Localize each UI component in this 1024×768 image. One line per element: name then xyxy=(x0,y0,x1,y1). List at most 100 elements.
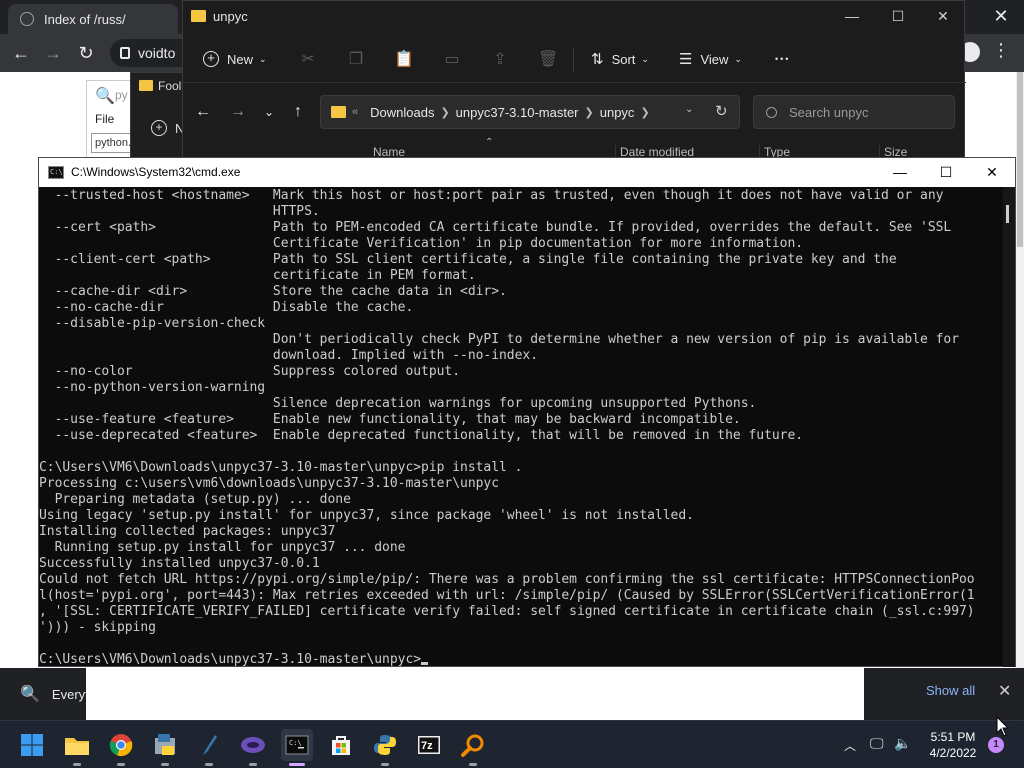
share-icon[interactable]: ⇪ xyxy=(490,49,510,69)
download-item[interactable]: 🔍 Everyth xyxy=(0,668,96,720)
delete-icon[interactable]: 🗑 xyxy=(538,49,558,69)
scrollbar-thumb[interactable] xyxy=(1017,72,1023,247)
taskbar-chrome[interactable] xyxy=(105,729,137,766)
downloads-bar: 🔍 Everyth Show all ✕ xyxy=(0,668,1024,720)
explorer-address-bar[interactable]: « Downloads ❯ unpyc37-3.10-master ❯ unpy… xyxy=(320,95,740,129)
running-indicator xyxy=(381,763,389,766)
python-installer-icon xyxy=(155,734,175,755)
folder-window-title: Fool xyxy=(158,79,182,93)
new-button[interactable]: + New ⌄ xyxy=(203,47,267,71)
page-scrollbar[interactable] xyxy=(1016,72,1024,668)
close-button[interactable]: ✕ xyxy=(969,158,1015,187)
mouse-pointer-icon xyxy=(996,716,1010,737)
breadcrumb-overflow[interactable]: « xyxy=(352,106,358,118)
console-line: Using legacy 'setup.py install' for unpy… xyxy=(39,508,694,523)
breadcrumb-downloads[interactable]: Downloads xyxy=(370,105,434,120)
rename-icon[interactable]: ▭ xyxy=(442,49,462,69)
explorer-titlebar: unpyc — ☐ ✕ xyxy=(183,1,966,31)
search-box[interactable]: Search unpyc xyxy=(753,95,955,129)
more-options-button[interactable]: ••• xyxy=(775,47,790,71)
sort-label: Sort xyxy=(611,51,636,67)
chevron-down-icon: ⌄ xyxy=(259,53,267,64)
taskbar-visual-studio[interactable] xyxy=(237,729,269,766)
view-button[interactable]: ☰ View ⌄ xyxy=(679,47,742,71)
python-icon xyxy=(374,735,396,755)
start-button[interactable] xyxy=(16,729,48,761)
console-line: Don't periodically check PyPI to determi… xyxy=(39,332,960,347)
taskbar-python-installer[interactable] xyxy=(149,729,181,766)
cut-icon[interactable]: ✂ xyxy=(298,49,318,69)
taskbar-everything[interactable] xyxy=(457,729,489,766)
console-line: Silence deprecation warnings for upcomin… xyxy=(39,396,757,411)
copy-icon[interactable]: ❐ xyxy=(346,49,366,69)
magnifier-icon: 🔍 xyxy=(20,686,40,703)
taskbar-python-idle[interactable] xyxy=(193,729,225,766)
volume-icon[interactable]: 🔈 xyxy=(894,735,911,752)
chevron-down-icon[interactable]: ⌄ xyxy=(685,104,693,115)
search-icon xyxy=(766,106,777,118)
taskbar-terminal[interactable]: C:\ xyxy=(281,729,313,766)
close-downloads-icon[interactable]: ✕ xyxy=(998,681,1011,701)
sort-icon: ⇅ xyxy=(591,51,604,68)
scrollbar-thumb[interactable] xyxy=(1006,205,1009,223)
file-explorer-window: unpyc — ☐ ✕ + New ⌄ ✂ ❐ 📋 ▭ ⇪ 🗑 ⇅ Sort ⌄… xyxy=(182,0,966,160)
file-menu[interactable]: File xyxy=(95,112,114,126)
system-clock[interactable]: 5:51 PM 4/2/2022 xyxy=(918,729,988,761)
breadcrumb-project[interactable]: unpyc37-3.10-master xyxy=(456,105,579,120)
console-line: certificate in PEM format. xyxy=(39,268,476,283)
console-line: HTTPS. xyxy=(39,204,320,219)
taskbar-store[interactable] xyxy=(325,729,357,761)
forward-icon[interactable]: → xyxy=(228,103,248,121)
command-prompt-window: C:\ C:\Windows\System32\cmd.exe — ☐ ✕ --… xyxy=(38,157,1016,667)
recent-locations-icon[interactable]: ⌄ xyxy=(259,105,279,119)
reload-icon[interactable]: ↻ xyxy=(73,40,99,66)
browser-close-button[interactable]: ✕ xyxy=(986,2,1016,30)
text-cursor xyxy=(421,662,429,665)
console-line: --disable-pip-version-check xyxy=(39,316,266,331)
chevron-right-icon: ❯ xyxy=(440,106,450,119)
new-plus-icon[interactable]: + xyxy=(151,120,167,136)
browser-tab[interactable]: Index of /russ/ xyxy=(8,4,178,34)
refresh-icon[interactable]: ↻ xyxy=(715,102,728,120)
svg-text:C:\: C:\ xyxy=(289,739,302,747)
chevron-right-icon: ❯ xyxy=(584,106,594,119)
everything-search-icon xyxy=(461,734,484,757)
console-scrollbar[interactable] xyxy=(1003,187,1015,667)
taskbar-file-explorer[interactable] xyxy=(61,729,93,766)
maximize-button[interactable]: ☐ xyxy=(923,158,969,187)
network-icon[interactable]: 🖵 xyxy=(870,735,884,752)
close-button[interactable]: ✕ xyxy=(920,1,966,31)
console-output[interactable]: --trusted-host <hostname> Mark this host… xyxy=(39,187,1001,667)
active-indicator xyxy=(289,763,305,766)
sort-button[interactable]: ⇅ Sort ⌄ xyxy=(591,47,649,71)
explorer-command-bar: + New ⌄ ✂ ❐ 📋 ▭ ⇪ 🗑 ⇅ Sort ⌄ ☰ View ⌄ ••… xyxy=(183,35,966,83)
taskbar-7zip[interactable]: 7z xyxy=(413,729,445,761)
sort-caret-icon: ⌃ xyxy=(485,137,494,148)
show-hidden-icons-icon[interactable]: ︿ xyxy=(844,737,856,754)
breadcrumb-unpyc[interactable]: unpyc xyxy=(600,105,635,120)
show-all-link[interactable]: Show all xyxy=(926,683,975,698)
console-line: C:\Users\VM6\Downloads\unpyc37-3.10-mast… xyxy=(39,652,1001,667)
search-placeholder: Search unpyc xyxy=(789,104,869,120)
paste-icon[interactable]: 📋 xyxy=(394,49,414,69)
maximize-button[interactable]: ☐ xyxy=(875,1,921,31)
forward-icon[interactable]: → xyxy=(40,40,66,66)
minimize-button[interactable]: — xyxy=(877,158,923,187)
cmd-titlebar: C:\ C:\Windows\System32\cmd.exe — ☐ ✕ xyxy=(39,158,1015,187)
console-line: --cert <path> Path to PEM-encoded CA cer… xyxy=(39,220,952,235)
folder-window: Fool + N xyxy=(130,72,190,158)
back-icon[interactable]: ← xyxy=(193,103,213,121)
chrome-menu-icon[interactable]: ⋮ xyxy=(992,40,1010,61)
taskbar-python[interactable] xyxy=(369,729,401,766)
back-icon[interactable]: ← xyxy=(8,40,34,66)
console-line: l(host='pypi.org', port=443): Max retrie… xyxy=(39,588,975,603)
minimize-button[interactable]: — xyxy=(829,1,875,31)
up-icon[interactable]: ↑ xyxy=(288,103,308,121)
notification-badge[interactable]: 1 xyxy=(988,737,1004,753)
console-line: Installing collected packages: unpyc37 xyxy=(39,524,336,539)
key-icon: 🔍 xyxy=(95,88,115,105)
console-line: Could not fetch URL https://pypi.org/sim… xyxy=(39,572,975,587)
folder-icon xyxy=(191,10,206,22)
tab-title: Index of /russ/ xyxy=(44,11,126,27)
